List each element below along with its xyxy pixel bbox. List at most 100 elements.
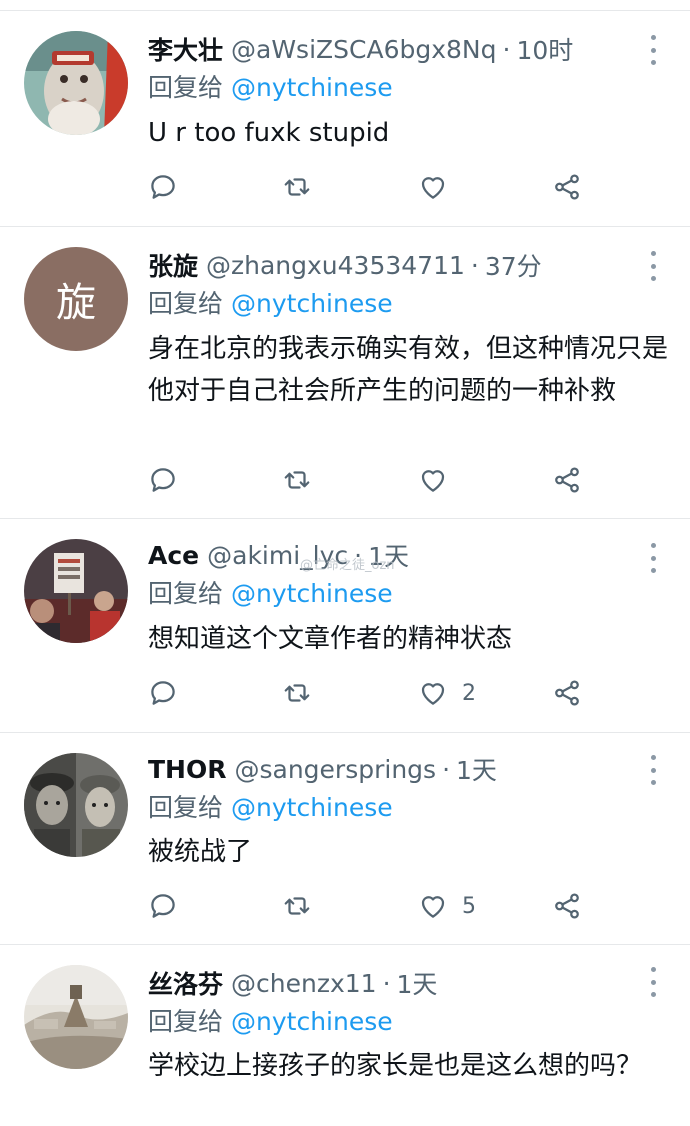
avatar[interactable] [24, 539, 128, 643]
more-icon[interactable] [646, 967, 660, 997]
timestamp[interactable]: 37分 [485, 247, 542, 283]
more-icon[interactable] [646, 755, 660, 785]
avatar[interactable] [24, 753, 128, 857]
tweet-text: 身在北京的我表示确实有效，但这种情况只是他对于自己社会所产生的问题的一种补救 [148, 334, 669, 406]
reply-icon [151, 468, 175, 492]
tweet-header: 丝洛芬 @chenzx11 · 1天 [148, 963, 437, 1003]
share-icon [555, 680, 579, 706]
reply-prefix: 回复给 [148, 289, 224, 318]
avatar[interactable] [24, 31, 128, 135]
tweet-text: 学校边上接孩子的家长是也是这么想的吗？ [148, 1051, 643, 1081]
timestamp[interactable]: 1天 [397, 965, 438, 1001]
reply-mention[interactable]: @nytchinese [231, 1007, 393, 1036]
reply-mention[interactable]: @nytchinese [231, 793, 393, 822]
tweet-actions: 2 [148, 673, 608, 713]
share-button[interactable] [552, 673, 582, 713]
tweet-2[interactable]: 旋 张旋 @zhangxu43534711 · 37分 回复给 @nytchine… [0, 227, 690, 519]
retweet-icon [284, 897, 310, 915]
avatar[interactable] [24, 965, 128, 1069]
retweet-icon [284, 684, 310, 702]
reply-mention[interactable]: @nytchinese [231, 289, 393, 318]
retweet-button[interactable] [282, 886, 312, 926]
reply-prefix: 回复给 [148, 73, 224, 102]
reply-mention[interactable]: @nytchinese [231, 73, 393, 102]
timestamp[interactable]: 10时 [516, 31, 573, 67]
reply-context: 回复给 @nytchinese [148, 71, 393, 105]
user-handle[interactable]: @zhangxu43534711 [206, 251, 465, 280]
display-name[interactable]: Ace [148, 541, 199, 570]
landscape-photo-icon [24, 965, 128, 1069]
reply-mention[interactable]: @nytchinese [231, 579, 393, 608]
reply-prefix: 回复给 [148, 579, 224, 608]
share-icon [555, 174, 579, 200]
protest-photo-icon [24, 539, 128, 643]
like-icon [421, 177, 445, 199]
share-button[interactable] [552, 460, 582, 500]
tweet-actions [148, 460, 608, 500]
like-count: 5 [462, 893, 476, 919]
timestamp[interactable]: 1天 [456, 751, 497, 787]
tweet-3[interactable]: Ace @akimi_lyc · 1天 回复给 @nytchinese 想知道这个… [0, 519, 690, 733]
reply-context: 回复给 @nytchinese [148, 1005, 393, 1039]
reply-prefix: 回复给 [148, 1007, 224, 1036]
tweet-header: 张旋 @zhangxu43534711 · 37分 [148, 245, 542, 285]
retweet-button[interactable] [282, 167, 312, 207]
retweet-button[interactable] [282, 673, 312, 713]
reply-context: 回复给 @nytchinese [148, 577, 393, 611]
like-button[interactable] [418, 460, 462, 500]
reply-button[interactable] [148, 460, 178, 500]
avatar-letter: 旋 [24, 247, 128, 351]
display-name[interactable]: 李大壮 [148, 31, 223, 67]
separator-dot: · [470, 250, 479, 280]
reply-button[interactable] [148, 886, 178, 926]
share-icon [555, 467, 579, 493]
more-icon[interactable] [646, 251, 660, 281]
display-name[interactable]: THOR [148, 755, 226, 784]
avatar[interactable]: 旋 [24, 247, 128, 351]
display-name[interactable]: 丝洛芬 [148, 965, 223, 1001]
reply-icon [151, 894, 175, 918]
two-soldiers-icon [24, 753, 128, 857]
separator-dot: · [502, 34, 511, 64]
like-icon [421, 683, 445, 705]
reply-context: 回复给 @nytchinese [148, 287, 393, 321]
share-button[interactable] [552, 167, 582, 207]
display-name[interactable]: 张旋 [148, 247, 198, 283]
reply-context: 回复给 @nytchinese [148, 791, 393, 825]
reply-icon [151, 175, 175, 199]
user-handle[interactable]: @sangersprings [234, 755, 436, 784]
separator-dot: · [442, 754, 451, 784]
retweet-icon [284, 471, 310, 489]
share-button[interactable] [552, 886, 582, 926]
tweet-actions: 5 [148, 886, 608, 926]
like-button[interactable]: 2 [418, 673, 476, 713]
retweet-button[interactable] [282, 460, 312, 500]
more-icon[interactable] [646, 543, 660, 573]
tweet-text: U r too fuxk stupid [148, 118, 390, 148]
like-count: 2 [462, 680, 476, 706]
user-handle[interactable]: @aWsiZSCA6bgx8Nq [231, 35, 496, 64]
watermark: @亡命之徒_ozn [300, 558, 395, 573]
tweet-header: 李大壮 @aWsiZSCA6bgx8Nq · 10时 [148, 29, 573, 69]
reply-button[interactable] [148, 167, 178, 207]
reply-prefix: 回复给 [148, 793, 224, 822]
share-icon [555, 893, 579, 919]
like-button[interactable]: 5 [418, 886, 476, 926]
like-icon [421, 470, 445, 492]
cartoon-figure-icon [24, 31, 128, 135]
user-handle[interactable]: @chenzx11 [231, 969, 377, 998]
retweet-icon [284, 178, 310, 196]
tweet-text: 想知道这个文章作者的精神状态 [148, 624, 513, 654]
like-button[interactable] [418, 167, 462, 207]
tweet-text: 被统战了 [148, 837, 253, 867]
separator-dot: · [382, 968, 391, 998]
more-icon[interactable] [646, 35, 660, 65]
reply-button[interactable] [148, 673, 178, 713]
tweet-1[interactable]: 李大壮 @aWsiZSCA6bgx8Nq · 10时 回复给 @nytchines… [0, 11, 690, 227]
like-icon [421, 896, 445, 918]
tweet-5[interactable]: 丝洛芬 @chenzx11 · 1天 回复给 @nytchinese 学校边上接孩… [0, 945, 690, 1126]
tweet-4[interactable]: THOR @sangersprings · 1天 回复给 @nytchinese … [0, 733, 690, 945]
tweet-header: THOR @sangersprings · 1天 [148, 749, 497, 789]
tweet-actions [148, 167, 608, 207]
reply-icon [151, 681, 175, 705]
